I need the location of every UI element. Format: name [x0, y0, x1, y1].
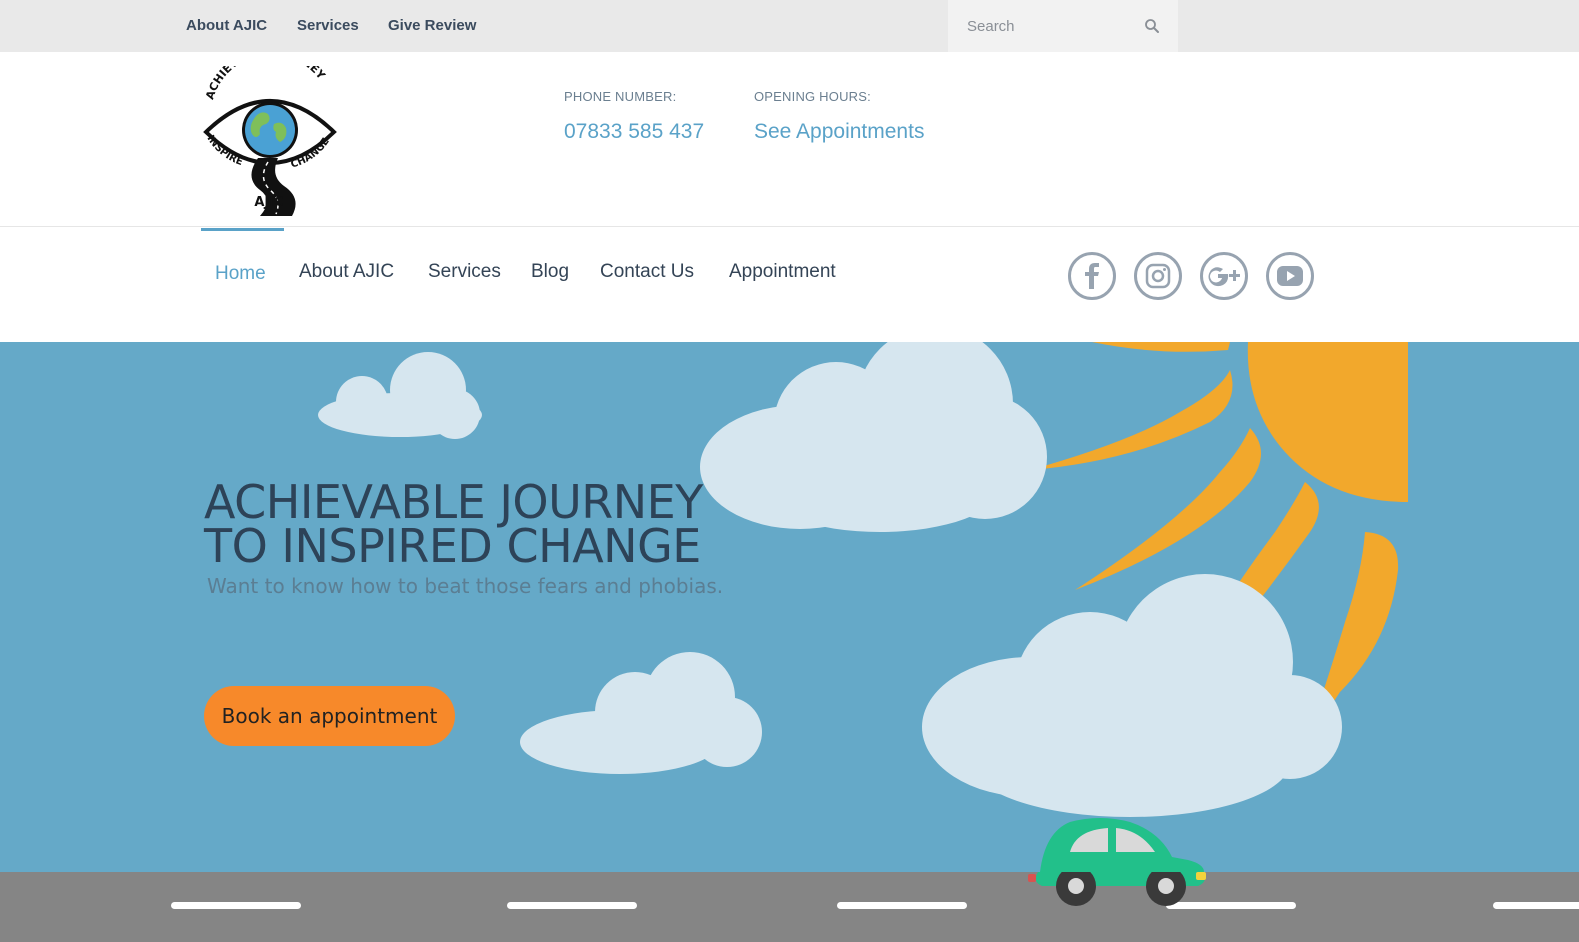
site-header: ACHIEVABLE JOURNEY INSPIRE CHANGE AJIC P… — [0, 45, 1579, 227]
top-link-services[interactable]: Services — [297, 17, 359, 34]
site-logo[interactable]: ACHIEVABLE JOURNEY INSPIRE CHANGE AJIC — [200, 45, 340, 216]
hours-label: OPENING HOURS: — [754, 89, 871, 104]
hero-title-line1: ACHIEVABLE JOURNEY — [204, 475, 703, 529]
instagram-icon[interactable] — [1134, 252, 1182, 300]
see-appointments-link[interactable]: See Appointments — [754, 120, 924, 144]
phone-label: PHONE NUMBER: — [564, 89, 677, 104]
road-dash — [171, 902, 301, 909]
nav-about[interactable]: About AJIC — [299, 261, 394, 283]
logo-brand-text: AJIC — [254, 195, 283, 210]
hero-subtitle: Want to know how to beat those fears and… — [207, 574, 724, 598]
hero-banner: ACHIEVABLE JOURNEY TO INSPIRED CHANGE Wa… — [0, 342, 1579, 872]
main-nav: Home About AJIC Services Blog Contact Us… — [0, 228, 1579, 342]
phone-number-link[interactable]: 07833 585 437 — [564, 120, 704, 144]
hero-illustration — [318, 342, 1408, 872]
facebook-icon[interactable] — [1068, 252, 1116, 300]
road-dash — [1493, 902, 1579, 909]
car-illustration — [1040, 818, 1204, 872]
logo-arc-top: ACHIEVABLE JOURNEY — [203, 66, 328, 101]
hero-title-line2: TO INSPIRED CHANGE — [204, 519, 701, 573]
nav-home[interactable]: Home — [215, 263, 266, 285]
google-plus-icon[interactable] — [1200, 252, 1248, 300]
search-box — [948, 0, 1178, 52]
nav-services[interactable]: Services — [428, 261, 501, 283]
hero-title: ACHIEVABLE JOURNEY TO INSPIRED CHANGE — [204, 475, 724, 573]
nav-blog[interactable]: Blog — [531, 261, 569, 283]
youtube-icon[interactable] — [1266, 252, 1314, 300]
car-wheels — [1028, 872, 1206, 906]
cloud-small-left — [318, 352, 482, 439]
search-icon[interactable] — [1144, 18, 1160, 34]
nav-contact-us[interactable]: Contact Us — [600, 261, 694, 283]
road-strip — [0, 872, 1579, 942]
top-link-give-review[interactable]: Give Review — [388, 17, 476, 34]
cloud-large-bottom — [922, 574, 1342, 817]
book-appointment-button[interactable]: Book an appointment — [204, 686, 455, 746]
top-bar: About AJIC Services Give Review — [0, 0, 1579, 52]
cloud-large-top — [700, 342, 1047, 532]
cloud-small-bottom — [520, 652, 762, 774]
road-dash — [507, 902, 637, 909]
active-indicator — [201, 228, 284, 231]
nav-appointment[interactable]: Appointment — [729, 261, 836, 283]
road-dash — [837, 902, 967, 909]
top-link-about[interactable]: About AJIC — [186, 17, 267, 34]
